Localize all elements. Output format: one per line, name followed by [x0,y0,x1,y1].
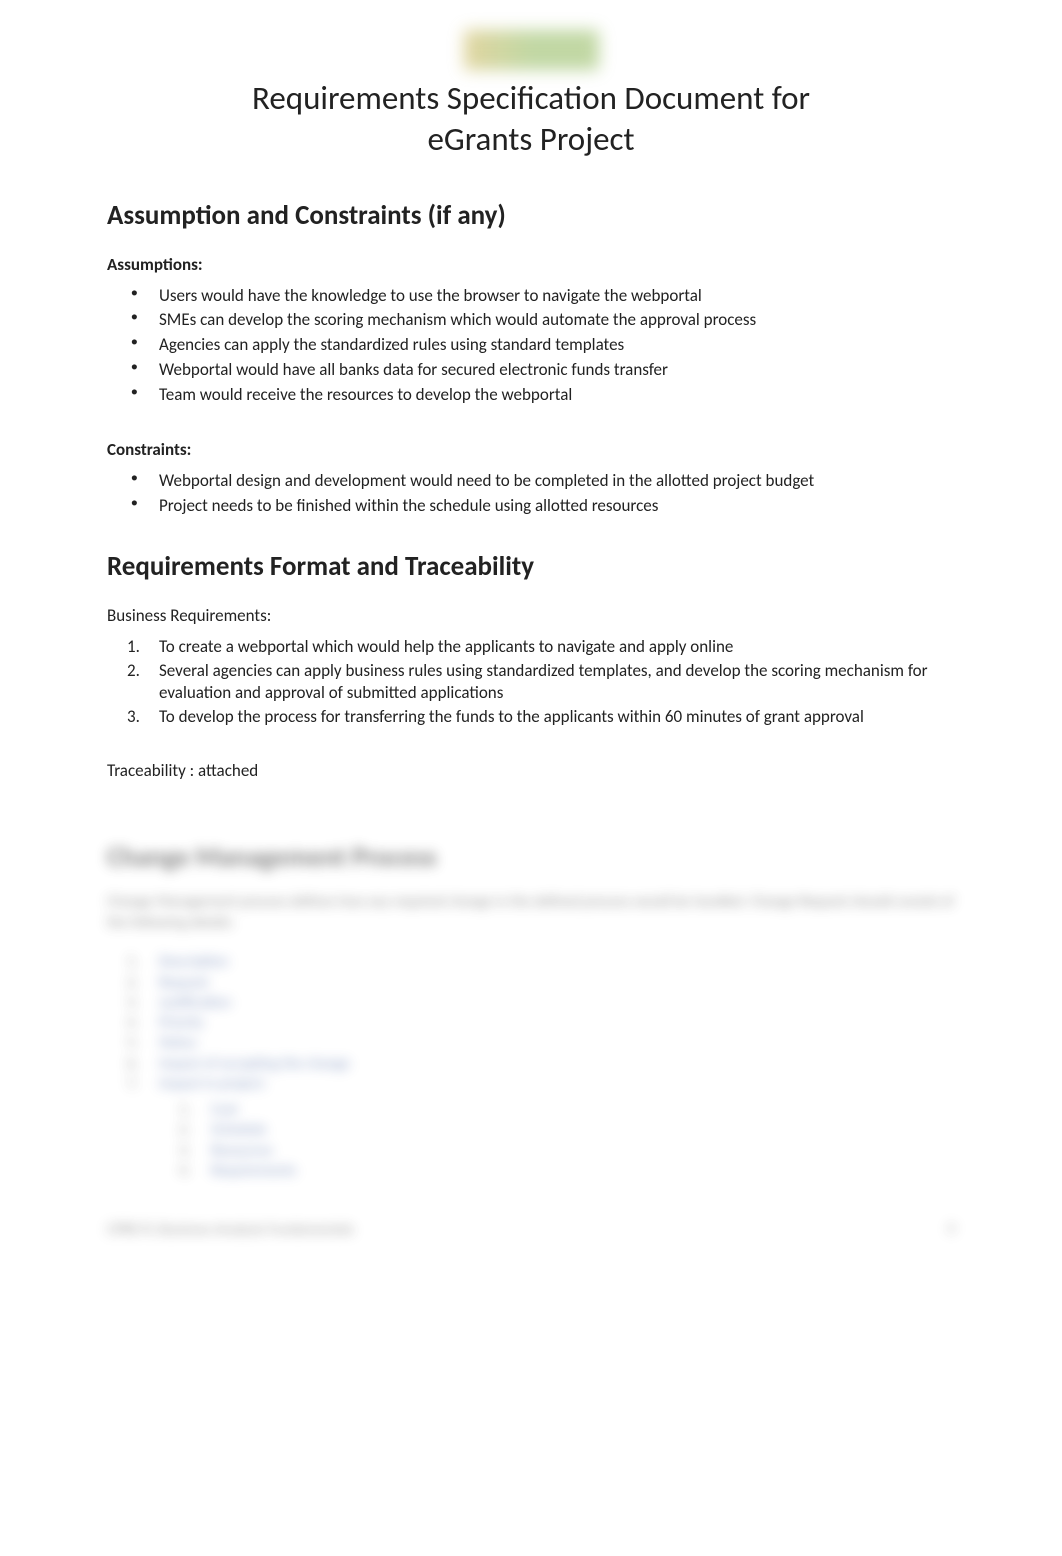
list-item: Request [159,973,955,993]
constraints-label: Constraints: [107,439,955,460]
page-footer: CPRE-FL Business Analysis Fundamentals 9 [107,1221,955,1239]
list-item: Requirements [211,1161,955,1181]
list-item: Resources [211,1141,955,1161]
requirements-heading: Requirements Format and Traceability [107,550,955,583]
change-paragraph: Change Management process defines how an… [107,892,955,934]
blurred-section: Change Management Process Change Managem… [107,841,955,1239]
assumptions-heading: Assumption and Constraints (if any) [107,199,955,232]
change-subitems-list: Cost Schedule Resources Requirements [107,1100,955,1181]
list-item: Impact of accepting the change [159,1054,955,1074]
title-line-1: Requirements Specification Document for [252,78,810,118]
business-requirements-list: To create a webportal which would help t… [107,636,955,728]
change-heading: Change Management Process [107,841,955,874]
header-logo [464,30,599,70]
list-item: To develop the process for transferring … [159,706,955,728]
list-item: Users would have the knowledge to use th… [159,285,955,308]
list-item: Webportal design and development would n… [159,470,955,493]
assumptions-list: Users would have the knowledge to use th… [107,285,955,408]
constraints-list: Webportal design and development would n… [107,470,955,518]
business-requirements-label: Business Requirements: [107,605,955,626]
list-item: To create a webportal which would help t… [159,636,955,658]
list-item: Several agencies can apply business rule… [159,660,955,704]
list-item: Status [159,1033,955,1053]
list-item: Description [159,952,955,972]
list-item: Webportal would have all banks data for … [159,359,955,382]
document-page: Requirements Specification Document for … [0,0,1062,1279]
list-item: Agencies can apply the standardized rule… [159,334,955,357]
list-item: Justification [159,993,955,1013]
list-item: SMEs can develop the scoring mechanism w… [159,309,955,332]
assumptions-label: Assumptions: [107,254,955,275]
footer-page-number: 9 [947,1221,955,1239]
traceability-text: Traceability : attached [107,760,955,781]
list-item: Project needs to be finished within the … [159,495,955,518]
document-title: Requirements Specification Document for … [107,78,955,161]
list-item: Impact in project: [159,1074,955,1094]
list-item: Team would receive the resources to deve… [159,384,955,407]
change-items-list: Description Request Justification Priori… [107,952,955,1094]
list-item: Priority [159,1013,955,1033]
list-item: Cost [211,1100,955,1120]
footer-left: CPRE-FL Business Analysis Fundamentals [107,1221,354,1239]
list-item: Schedule [211,1120,955,1140]
title-line-2: eGrants Project [427,119,634,159]
